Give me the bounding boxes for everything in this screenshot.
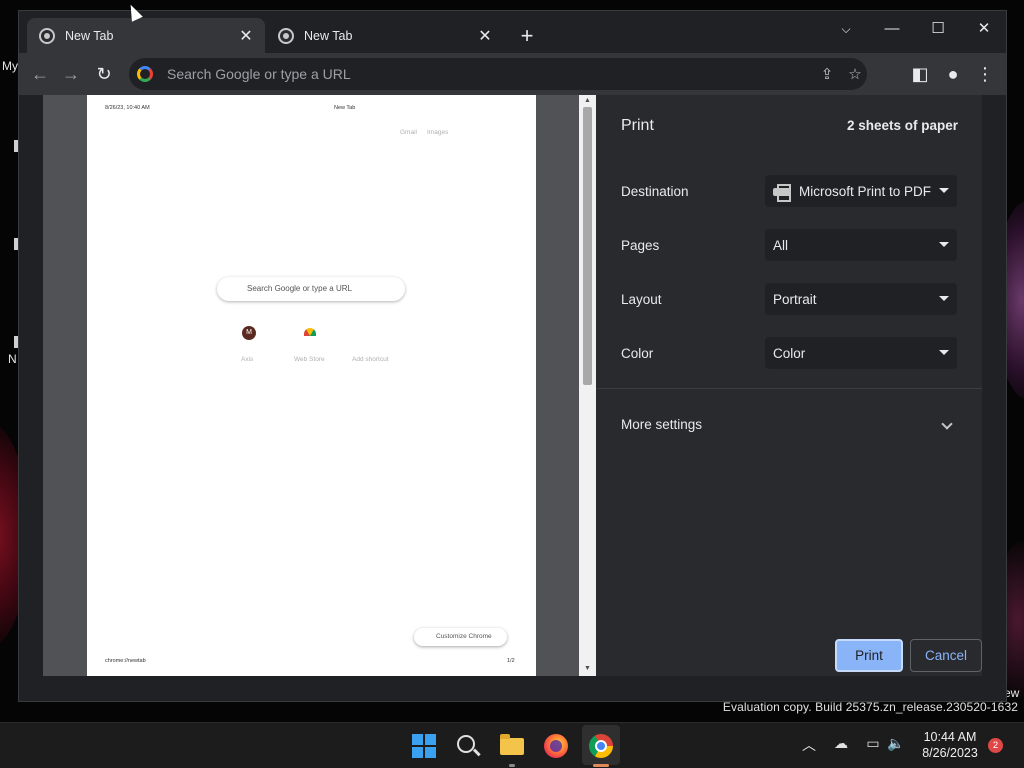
menu-icon[interactable]: ⋮ — [973, 62, 997, 86]
preview-scrollbar[interactable]: ▲ ▼ — [579, 95, 596, 676]
more-settings-label: More settings — [621, 417, 703, 432]
shortcut-icon: M — [242, 326, 256, 340]
maximize-icon[interactable]: ☐ — [918, 15, 958, 43]
page-header-title: New Tab — [334, 105, 356, 111]
color-value: Color — [773, 345, 806, 361]
running-indicator — [509, 764, 515, 767]
more-settings-toggle[interactable]: More settings — [621, 417, 957, 437]
new-tab-button[interactable]: + — [515, 25, 539, 47]
page-header-date: 8/26/23, 10:40 AM — [105, 105, 150, 111]
scroll-up-icon[interactable]: ▲ — [579, 97, 596, 104]
chevron-down-icon — [941, 418, 953, 430]
print-title: Print — [621, 117, 654, 134]
shortcut-label: Web Store — [294, 356, 325, 363]
pages-label: Pages — [621, 238, 660, 253]
search-icon[interactable] — [453, 731, 483, 761]
pages-value: All — [773, 237, 789, 253]
chrome-icon — [39, 27, 55, 44]
gmail-link: Gmail — [400, 129, 417, 136]
page-footer-number: 1/2 — [507, 658, 515, 664]
shortcut-label: Add shortcut — [352, 356, 389, 363]
chevron-up-icon[interactable]: ︿ — [798, 735, 820, 755]
dropdown-arrow-icon — [939, 296, 949, 301]
scroll-down-icon[interactable]: ▼ — [579, 665, 596, 672]
chrome-window: New Tab ✕ New Tab ✕ + ⌵ — ☐ ✕ ← → ↻ ⇪ ☆ … — [18, 10, 1007, 702]
tab-new-tab-1[interactable]: New Tab ✕ — [27, 18, 265, 53]
cancel-button[interactable]: Cancel — [910, 639, 982, 672]
print-preview: 8/26/23, 10:40 AM New Tab Gmail Images S… — [43, 95, 596, 676]
back-icon[interactable]: ← — [28, 62, 52, 86]
side-panel-icon[interactable]: ◧ — [908, 62, 932, 86]
color-select[interactable]: Color — [765, 337, 957, 369]
tab-title: New Tab — [304, 28, 353, 43]
dropdown-arrow-icon — [939, 188, 949, 193]
shortcut-label: Axis — [241, 356, 254, 363]
close-tab-icon[interactable]: ✕ — [476, 26, 494, 46]
desktop-icon-label[interactable]: My — [2, 59, 18, 73]
running-indicator — [593, 764, 609, 767]
web-store-icon — [304, 328, 316, 336]
destination-select[interactable]: Microsoft Print to PDF — [765, 175, 957, 207]
print-button[interactable]: Print — [835, 639, 903, 672]
images-link: Images — [427, 129, 449, 136]
clock[interactable]: 10:44 AM 8/26/2023 — [918, 729, 982, 761]
page-footer-url: chrome://newtab — [105, 658, 146, 664]
layout-label: Layout — [621, 292, 662, 307]
share-icon[interactable]: ⇪ — [817, 65, 837, 83]
chrome-icon[interactable] — [586, 731, 616, 761]
minimize-icon[interactable]: — — [872, 15, 912, 43]
destination-label: Destination — [621, 184, 689, 199]
notification-badge[interactable]: 2 — [988, 738, 1003, 753]
tab-new-tab-2[interactable]: New Tab ✕ — [266, 18, 504, 53]
evaluation-watermark: Evaluation copy. Build 25375.zn_release.… — [722, 700, 1018, 714]
close-tab-icon[interactable]: ✕ — [237, 26, 255, 46]
omnibox[interactable]: ⇪ ☆ — [129, 58, 867, 90]
dropdown-arrow-icon — [939, 350, 949, 355]
destination-value: Microsoft Print to PDF — [799, 183, 932, 199]
scroll-thumb[interactable] — [583, 107, 592, 385]
dropdown-arrow-icon — [939, 242, 949, 247]
print-settings-panel: Print 2 sheets of paper Destination Micr… — [596, 95, 982, 676]
cloud-offline-icon[interactable]: ☁ — [830, 735, 852, 752]
google-icon — [137, 66, 153, 82]
profile-icon[interactable]: ● — [941, 62, 965, 86]
volume-icon[interactable]: 🔈 — [885, 735, 907, 752]
file-explorer-icon[interactable] — [497, 731, 527, 761]
tab-search-icon[interactable]: ⌵ — [826, 15, 866, 43]
taskbar: ︿ ☁ ▭ 🔈 10:44 AM 8/26/2023 2 — [0, 722, 1024, 768]
layout-select[interactable]: Portrait — [765, 283, 957, 315]
bookmark-star-icon[interactable]: ☆ — [845, 65, 865, 83]
display-icon[interactable]: ▭ — [862, 735, 884, 752]
pages-select[interactable]: All — [765, 229, 957, 261]
tab-strip: New Tab ✕ New Tab ✕ + ⌵ — ☐ ✕ — [19, 11, 1006, 53]
firefox-icon[interactable] — [541, 731, 571, 761]
start-icon[interactable] — [409, 731, 439, 761]
preview-page: 8/26/23, 10:40 AM New Tab Gmail Images S… — [87, 95, 536, 676]
printer-icon — [773, 184, 791, 202]
clock-date: 8/26/2023 — [922, 746, 978, 760]
customize-chrome-button: Customize Chrome — [414, 628, 507, 646]
sheet-count: 2 sheets of paper — [846, 118, 958, 133]
clock-time: 10:44 AM — [923, 730, 977, 744]
layout-value: Portrait — [773, 291, 817, 307]
chrome-icon — [278, 27, 294, 44]
reload-icon[interactable]: ↻ — [92, 62, 116, 86]
toolbar: ← → ↻ ⇪ ☆ ◧ ● ⋮ — [19, 53, 1006, 95]
color-label: Color — [621, 346, 654, 361]
tab-title: New Tab — [65, 28, 114, 43]
preview-search-box: Search Google or type a URL — [217, 277, 405, 301]
desktop-icon-label[interactable]: N — [8, 352, 17, 366]
close-icon[interactable]: ✕ — [964, 15, 1004, 43]
forward-icon[interactable]: → — [59, 62, 83, 86]
address-input[interactable] — [167, 66, 807, 82]
divider — [596, 388, 982, 389]
